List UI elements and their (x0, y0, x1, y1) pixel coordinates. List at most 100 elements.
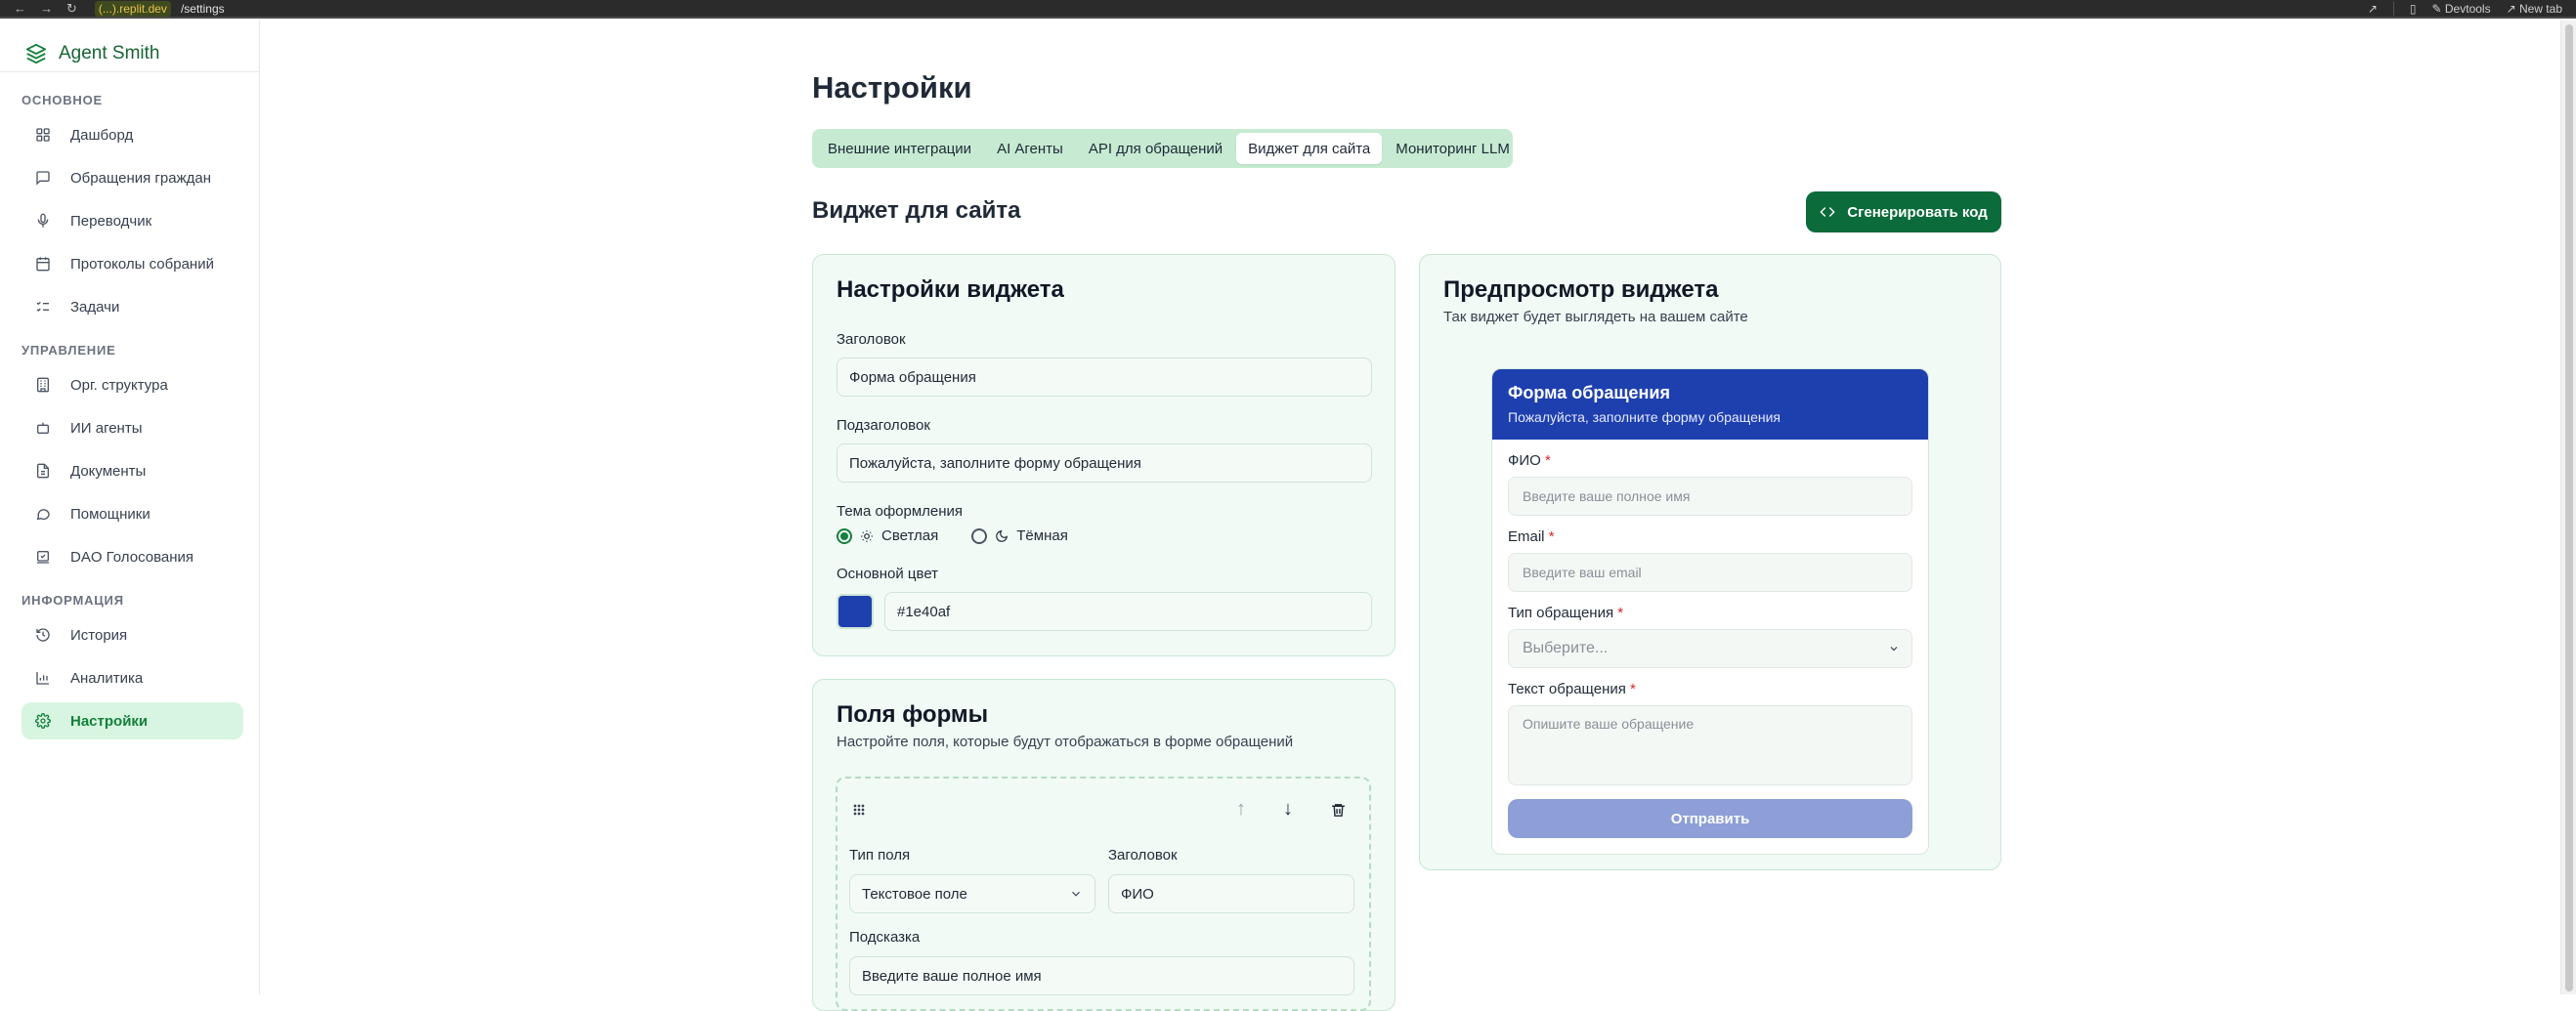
color-swatch[interactable] (837, 594, 874, 629)
moon-icon (996, 529, 1009, 542)
sidebar-item-appeals[interactable]: Обращения граждан (21, 159, 243, 196)
back-arrow-icon[interactable]: ← (14, 1, 26, 17)
sidebar-item-documents[interactable]: Документы (21, 452, 243, 489)
sidebar-item-settings[interactable]: Настройки (21, 702, 243, 739)
sidebar-item-label: Задачи (70, 298, 120, 316)
card-title: Поля формы (837, 701, 989, 728)
sidebar-item-label: Переводчик (70, 212, 152, 230)
widget-header: Форма обращения Пожалуйста, заполните фо… (1492, 369, 1928, 440)
bar-chart-icon (36, 672, 49, 685)
url-host: (...).replit.dev (94, 0, 171, 17)
tab-ai-agents[interactable]: AI Агенты (985, 133, 1075, 164)
sidebar-item-label: ИИ агенты (70, 419, 143, 437)
card-subtitle: Настройте поля, которые будут отображать… (837, 734, 1294, 750)
sidebar-item-dao-voting[interactable]: DAO Голосования (21, 538, 243, 575)
divider (2392, 1, 2394, 16)
tab-llm-monitoring[interactable]: Мониторинг LLM (1384, 133, 1522, 164)
name-field-label: ФИО * (1508, 452, 1551, 469)
url-path: /settings (180, 1, 225, 16)
forward-arrow-icon[interactable]: → (40, 1, 53, 17)
generate-code-button[interactable]: Сгенерировать код (1806, 191, 2001, 232)
sidebar-item-translator[interactable]: Переводчик (21, 202, 243, 239)
checklist-icon (36, 301, 49, 312)
card-title: Настройки виджета (837, 276, 1064, 303)
theme-dark-label: Тёмная (1016, 527, 1068, 544)
sidebar-item-dashboard[interactable]: Дашборд (21, 116, 243, 153)
address-bar[interactable]: (...).replit.dev /settings (94, 0, 225, 17)
widget-settings-card: Настройки виджета Заголовок Форма обраще… (812, 254, 1395, 656)
browser-nav: ← → ↻ (0, 1, 77, 17)
chat-bubble-icon (36, 509, 50, 521)
field-type-select[interactable]: Текстовое поле (849, 874, 1095, 913)
widget-title: Форма обращения (1508, 383, 1670, 402)
layers-icon (25, 43, 47, 64)
color-hex-input[interactable]: #1e40af (884, 592, 1372, 631)
theme-dark-radio[interactable] (971, 527, 988, 544)
sidebar-item-label: Обращения граждан (70, 169, 211, 187)
browser-toolbar: ← → ↻ (...).replit.dev /settings ↗ ▯ ✎ D… (0, 0, 2576, 19)
tab-appeals-api[interactable]: API для обращений (1077, 133, 1234, 164)
sidebar-item-label: Дашборд (70, 126, 134, 144)
brand[interactable]: Agent Smith (25, 34, 160, 73)
move-up-icon[interactable]: ↑ (1236, 798, 1246, 821)
field-hint-label: Подсказка (849, 929, 921, 946)
widget-preview: Форма обращения Пожалуйста, заполните фо… (1491, 368, 1929, 855)
sidebar-item-label: Орг. структура (70, 376, 168, 394)
trash-icon[interactable] (1330, 802, 1347, 819)
heading-label: Заголовок (837, 331, 906, 348)
section-title-management: УПРАВЛЕНИЕ (21, 343, 116, 358)
sidebar-item-analytics[interactable]: Аналитика (21, 659, 243, 696)
submit-button[interactable]: Отправить (1508, 799, 1912, 838)
reload-icon[interactable]: ↻ (66, 1, 77, 17)
device-icon[interactable]: ▯ (2410, 2, 2417, 16)
card-subtitle: Так виджет будет выглядеть на вашем сайт… (1443, 309, 1748, 325)
heading-input[interactable]: Форма обращения (837, 358, 1372, 397)
appeal-text-textarea[interactable]: Опишите ваше обращение (1508, 705, 1912, 785)
name-input[interactable]: Введите ваше полное имя (1508, 477, 1912, 516)
sidebar-item-protocols[interactable]: Протоколы собраний (21, 245, 243, 282)
drag-handle-icon[interactable] (851, 802, 867, 818)
color-label: Основной цвет (837, 566, 939, 582)
mic-icon (37, 213, 49, 228)
section-title-info: ИНФОРМАЦИЯ (21, 593, 124, 608)
bot-icon (37, 422, 49, 434)
card-title: Предпросмотр виджета (1443, 276, 1719, 303)
section-title: Виджет для сайта (812, 197, 1021, 224)
chevron-down-icon (1072, 891, 1080, 897)
tab-external-integrations[interactable]: Внешние интеграции (816, 133, 983, 164)
sidebar-item-ai-agents[interactable]: ИИ агенты (21, 409, 243, 446)
sidebar-item-tasks[interactable]: Задачи (21, 288, 243, 325)
sidebar-item-label: Помощники (70, 505, 150, 523)
devtools-button[interactable]: ✎ Devtools (2432, 2, 2491, 16)
page-scrollbar[interactable] (2560, 21, 2576, 994)
subheading-label: Подзаголовок (837, 417, 930, 434)
sidebar-item-history[interactable]: История (21, 616, 243, 653)
sidebar-item-assistants[interactable]: Помощники (21, 495, 243, 532)
new-tab-button[interactable]: ↗ New tab (2507, 2, 2562, 16)
field-heading-input[interactable]: ФИО (1108, 874, 1354, 913)
appeal-type-placeholder: Выберите... (1523, 640, 1609, 656)
scrollbar-thumb[interactable] (2565, 24, 2573, 991)
open-external-icon[interactable]: ↗ (2368, 2, 2378, 16)
chevron-down-icon (1890, 647, 1898, 652)
email-field-label: Email * (1508, 528, 1555, 545)
sidebar-item-label: Документы (70, 462, 147, 480)
generate-code-label: Сгенерировать код (1847, 203, 1988, 221)
subheading-input[interactable]: Пожалуйста, заполните форму обращения (837, 443, 1372, 483)
move-down-icon[interactable]: ↓ (1283, 798, 1293, 821)
field-type-value: Текстовое поле (862, 885, 967, 903)
tab-site-widget[interactable]: Виджет для сайта (1236, 133, 1383, 164)
sidebar-item-label: Аналитика (70, 669, 144, 687)
sidebar-item-org-structure[interactable]: Орг. структура (21, 366, 243, 403)
theme-light-radio[interactable] (837, 527, 852, 544)
email-input[interactable]: Введите ваш email (1508, 553, 1912, 592)
sidebar-item-label: Настройки (70, 712, 149, 730)
theme-radio-group: Светлая Тёмная (837, 527, 1068, 544)
appeal-type-select[interactable]: Выберите... (1508, 629, 1912, 668)
field-hint-input[interactable]: Введите ваше полное имя (849, 956, 1354, 995)
sidebar-item-label: DAO Голосования (70, 548, 194, 566)
field-type-label: Тип поля (849, 847, 911, 864)
widget-subtitle: Пожалуйста, заполните форму обращения (1508, 409, 1781, 425)
brand-name: Agent Smith (59, 43, 160, 63)
appeal-text-label: Текст обращения * (1508, 681, 1636, 697)
